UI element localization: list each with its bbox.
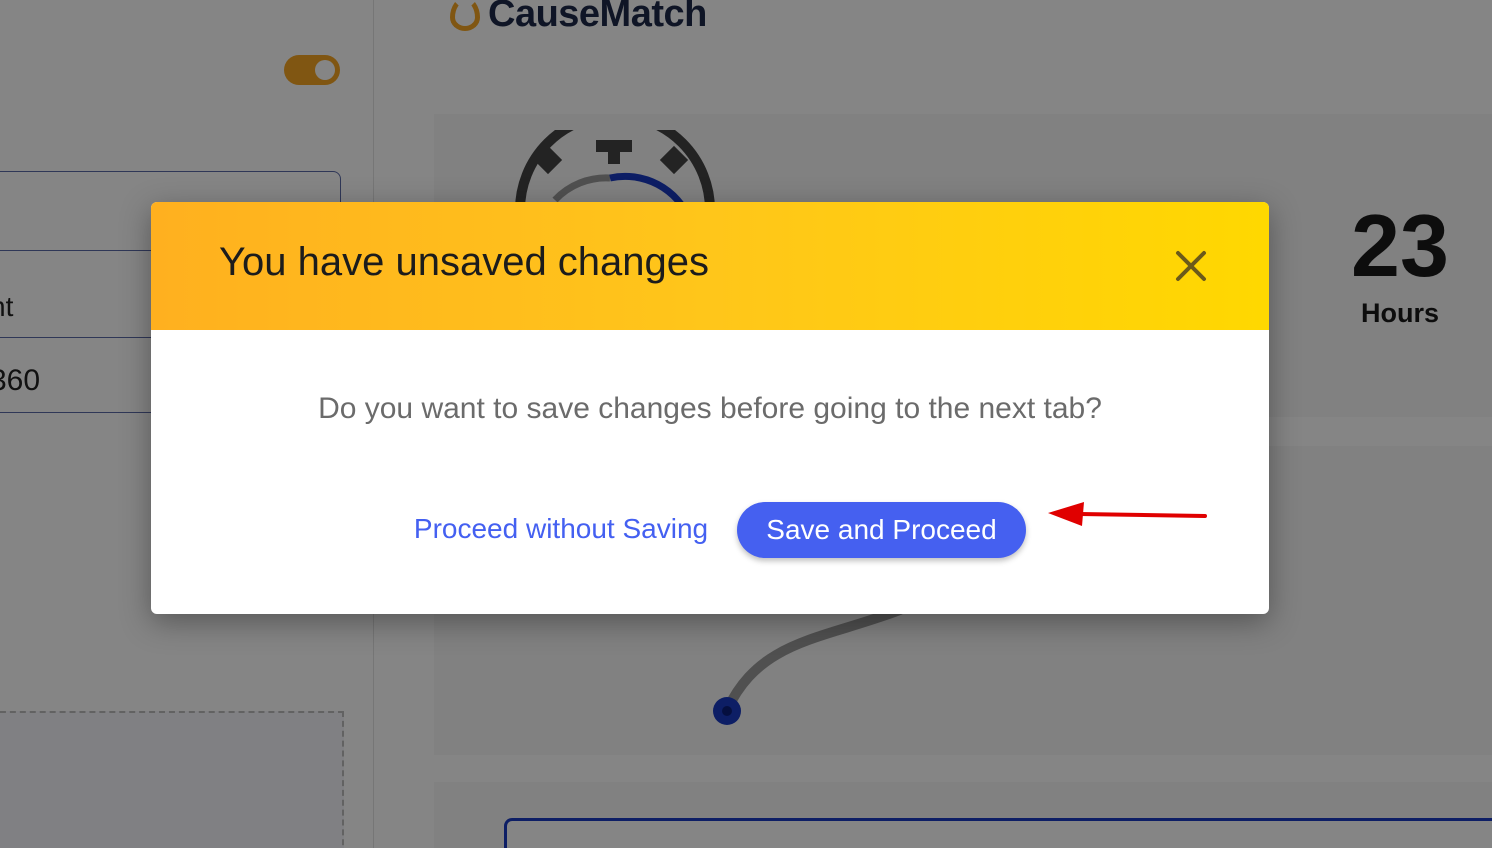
close-icon xyxy=(1176,251,1206,281)
dialog-title: You have unsaved changes xyxy=(219,240,710,284)
close-button[interactable] xyxy=(1167,242,1215,290)
proceed-without-saving-button[interactable]: Proceed without Saving xyxy=(401,508,721,550)
save-and-proceed-button[interactable]: Save and Proceed xyxy=(737,502,1026,558)
unsaved-changes-dialog: You have unsaved changes Do you want to … xyxy=(151,202,1269,614)
red-arrow-icon xyxy=(1048,502,1207,526)
dialog-message: Do you want to save changes before going… xyxy=(318,392,1102,425)
dialog-header: You have unsaved changes xyxy=(151,202,1269,330)
